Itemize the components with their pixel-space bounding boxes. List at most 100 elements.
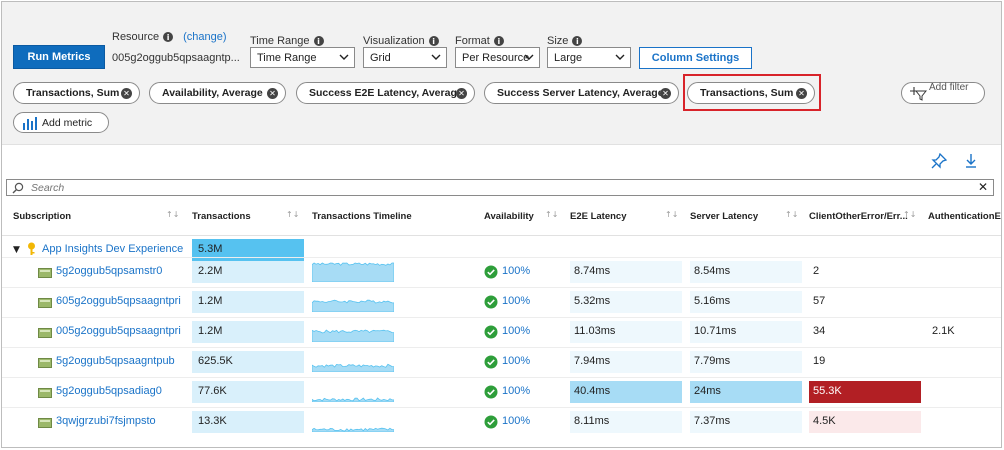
storage-account-icon bbox=[38, 418, 52, 428]
time-range-select[interactable]: Time Range bbox=[250, 47, 355, 68]
storage-account-icon bbox=[38, 268, 52, 278]
server-latency-value: 5.16ms bbox=[694, 295, 731, 307]
chevron-down-icon bbox=[615, 54, 625, 60]
format-label: Format bbox=[455, 35, 490, 47]
e2e-latency-value: 40.4ms bbox=[574, 385, 611, 397]
client-other-error-value: 55.3K bbox=[813, 385, 842, 397]
sort-icon[interactable]: ↑↓ bbox=[166, 210, 179, 219]
client-other-error-value: 34 bbox=[813, 325, 826, 337]
transactions-sparkline bbox=[312, 329, 394, 342]
transactions-sparkline bbox=[312, 262, 394, 282]
chevron-down-icon bbox=[431, 54, 441, 60]
query-config-panel: Run Metrics Resource i (change) 005g2ogg… bbox=[2, 2, 1001, 145]
client-other-error-cell bbox=[809, 291, 921, 313]
visualization-label-row: Visualization i bbox=[363, 35, 439, 47]
format-select[interactable]: Per Resource bbox=[455, 47, 540, 68]
remove-chip-icon[interactable]: ✕ bbox=[456, 88, 467, 99]
metric-chip-label: Success Server Latency, Average bbox=[497, 87, 664, 99]
group-transactions-value: 5.3M bbox=[198, 243, 223, 255]
collapse-toggle-icon[interactable]: ▼ bbox=[13, 245, 20, 255]
sort-icon[interactable]: ↑↓ bbox=[286, 210, 299, 219]
sort-icon[interactable]: ↑↓ bbox=[665, 210, 678, 219]
e2e-latency-value: 7.94ms bbox=[574, 355, 611, 367]
metric-chip-label: Transactions, Sum bbox=[26, 87, 120, 99]
sort-icon[interactable]: ↑↓ bbox=[785, 210, 798, 219]
check-circle-icon bbox=[484, 325, 498, 339]
search-icon bbox=[12, 182, 24, 194]
server-latency-value: 24ms bbox=[694, 385, 721, 397]
info-icon: i bbox=[493, 36, 504, 46]
change-resource-link[interactable]: (change) bbox=[183, 31, 226, 43]
resource-name[interactable]: 605g2oggub5qpsaagntpri bbox=[56, 295, 186, 307]
metric-chip[interactable]: Success Server Latency, Average ✕ bbox=[484, 82, 679, 104]
transactions-value: 13.3K bbox=[198, 415, 227, 427]
format-label-row: Format i bbox=[455, 35, 504, 47]
transactions-sparkline bbox=[312, 299, 394, 312]
column-header-transactions-timeline[interactable]: Transactions Timeline bbox=[312, 211, 412, 222]
check-circle-icon bbox=[484, 355, 498, 369]
client-other-error-value: 19 bbox=[813, 355, 826, 367]
authentication-error-value: 2.1K bbox=[932, 325, 955, 337]
time-range-value: Time Range bbox=[257, 51, 317, 64]
client-other-error-value: 57 bbox=[813, 295, 826, 307]
sort-icon[interactable]: ↑↓ bbox=[903, 210, 916, 219]
column-header-subscription[interactable]: Subscription bbox=[13, 211, 71, 222]
metric-chip[interactable]: Transactions, Sum ✕ bbox=[13, 82, 140, 104]
download-icon[interactable] bbox=[964, 153, 978, 169]
column-header-client-other-error[interactable]: ClientOtherError/Err... bbox=[809, 211, 908, 222]
add-metric-button[interactable]: Add metric bbox=[13, 112, 109, 133]
transactions-value: 2.2M bbox=[198, 265, 223, 277]
run-metrics-button[interactable]: Run Metrics bbox=[13, 45, 105, 69]
chevron-down-icon bbox=[339, 54, 349, 60]
client-other-error-value: 4.5K bbox=[813, 415, 836, 427]
resource-name[interactable]: 3qwjgrzubi7fsjmpsto bbox=[56, 415, 186, 427]
search-bar: ✕ bbox=[6, 179, 994, 196]
metric-chip[interactable]: Availability, Average ✕ bbox=[149, 82, 286, 104]
check-circle-icon bbox=[484, 385, 498, 399]
metric-chip[interactable]: Success E2E Latency, Average ✕ bbox=[296, 82, 475, 104]
add-filter-button[interactable]: Add filter bbox=[901, 82, 985, 104]
remove-chip-icon[interactable]: ✕ bbox=[267, 88, 278, 99]
sparkline-area bbox=[312, 427, 394, 432]
column-header-server-latency[interactable]: Server Latency bbox=[690, 211, 758, 222]
storage-account-icon bbox=[38, 388, 52, 398]
time-range-label-row: Time Range i bbox=[250, 35, 324, 47]
size-select[interactable]: Large bbox=[547, 47, 631, 68]
column-header-authentication-error[interactable]: AuthenticationErr bbox=[928, 211, 1001, 222]
resource-name[interactable]: 005g2oggub5qpsaagntpri bbox=[56, 325, 186, 337]
sort-icon[interactable]: ↑↓ bbox=[545, 210, 558, 219]
e2e-latency-value: 11.03ms bbox=[574, 325, 616, 337]
info-icon: i bbox=[313, 36, 324, 46]
size-label-row: Size i bbox=[547, 35, 583, 47]
client-other-error-cell bbox=[809, 321, 921, 343]
e2e-latency-value: 5.32ms bbox=[574, 295, 611, 307]
info-icon: i bbox=[163, 32, 174, 42]
subscription-group-name[interactable]: App Insights Dev Experience bbox=[42, 243, 183, 255]
column-header-transactions[interactable]: Transactions bbox=[192, 211, 251, 222]
transactions-sparkline bbox=[312, 363, 394, 372]
resource-value: 005g2oggub5qpsaagntp... bbox=[112, 52, 240, 64]
resource-name[interactable]: 5g2oggub5qpsadiag0 bbox=[56, 385, 186, 397]
resource-label-row: Resource i (change) bbox=[112, 31, 227, 43]
resource-name[interactable]: 5g2oggub5qpsamstr0 bbox=[56, 265, 186, 277]
time-range-label: Time Range bbox=[250, 35, 310, 47]
resource-name[interactable]: 5g2oggub5qpsaagntpub bbox=[56, 355, 186, 367]
pin-icon[interactable] bbox=[931, 153, 947, 169]
storage-account-icon bbox=[38, 358, 52, 368]
remove-chip-icon[interactable]: ✕ bbox=[660, 88, 671, 99]
availability-value: 100% bbox=[502, 415, 531, 427]
server-latency-value: 8.54ms bbox=[694, 265, 731, 277]
check-circle-icon bbox=[484, 415, 498, 429]
size-label: Size bbox=[547, 35, 569, 47]
column-header-e2e-latency[interactable]: E2E Latency bbox=[570, 211, 627, 222]
e2e-latency-value: 8.74ms bbox=[574, 265, 611, 277]
sparkline-area bbox=[312, 262, 394, 282]
availability-value: 100% bbox=[502, 265, 531, 277]
column-settings-button[interactable]: Column Settings bbox=[639, 47, 752, 69]
column-header-availability[interactable]: Availability bbox=[484, 211, 534, 222]
search-input[interactable] bbox=[31, 180, 931, 195]
visualization-select[interactable]: Grid bbox=[363, 47, 447, 68]
size-value: Large bbox=[554, 51, 583, 64]
clear-search-icon[interactable]: ✕ bbox=[978, 180, 988, 194]
remove-chip-icon[interactable]: ✕ bbox=[121, 88, 132, 99]
